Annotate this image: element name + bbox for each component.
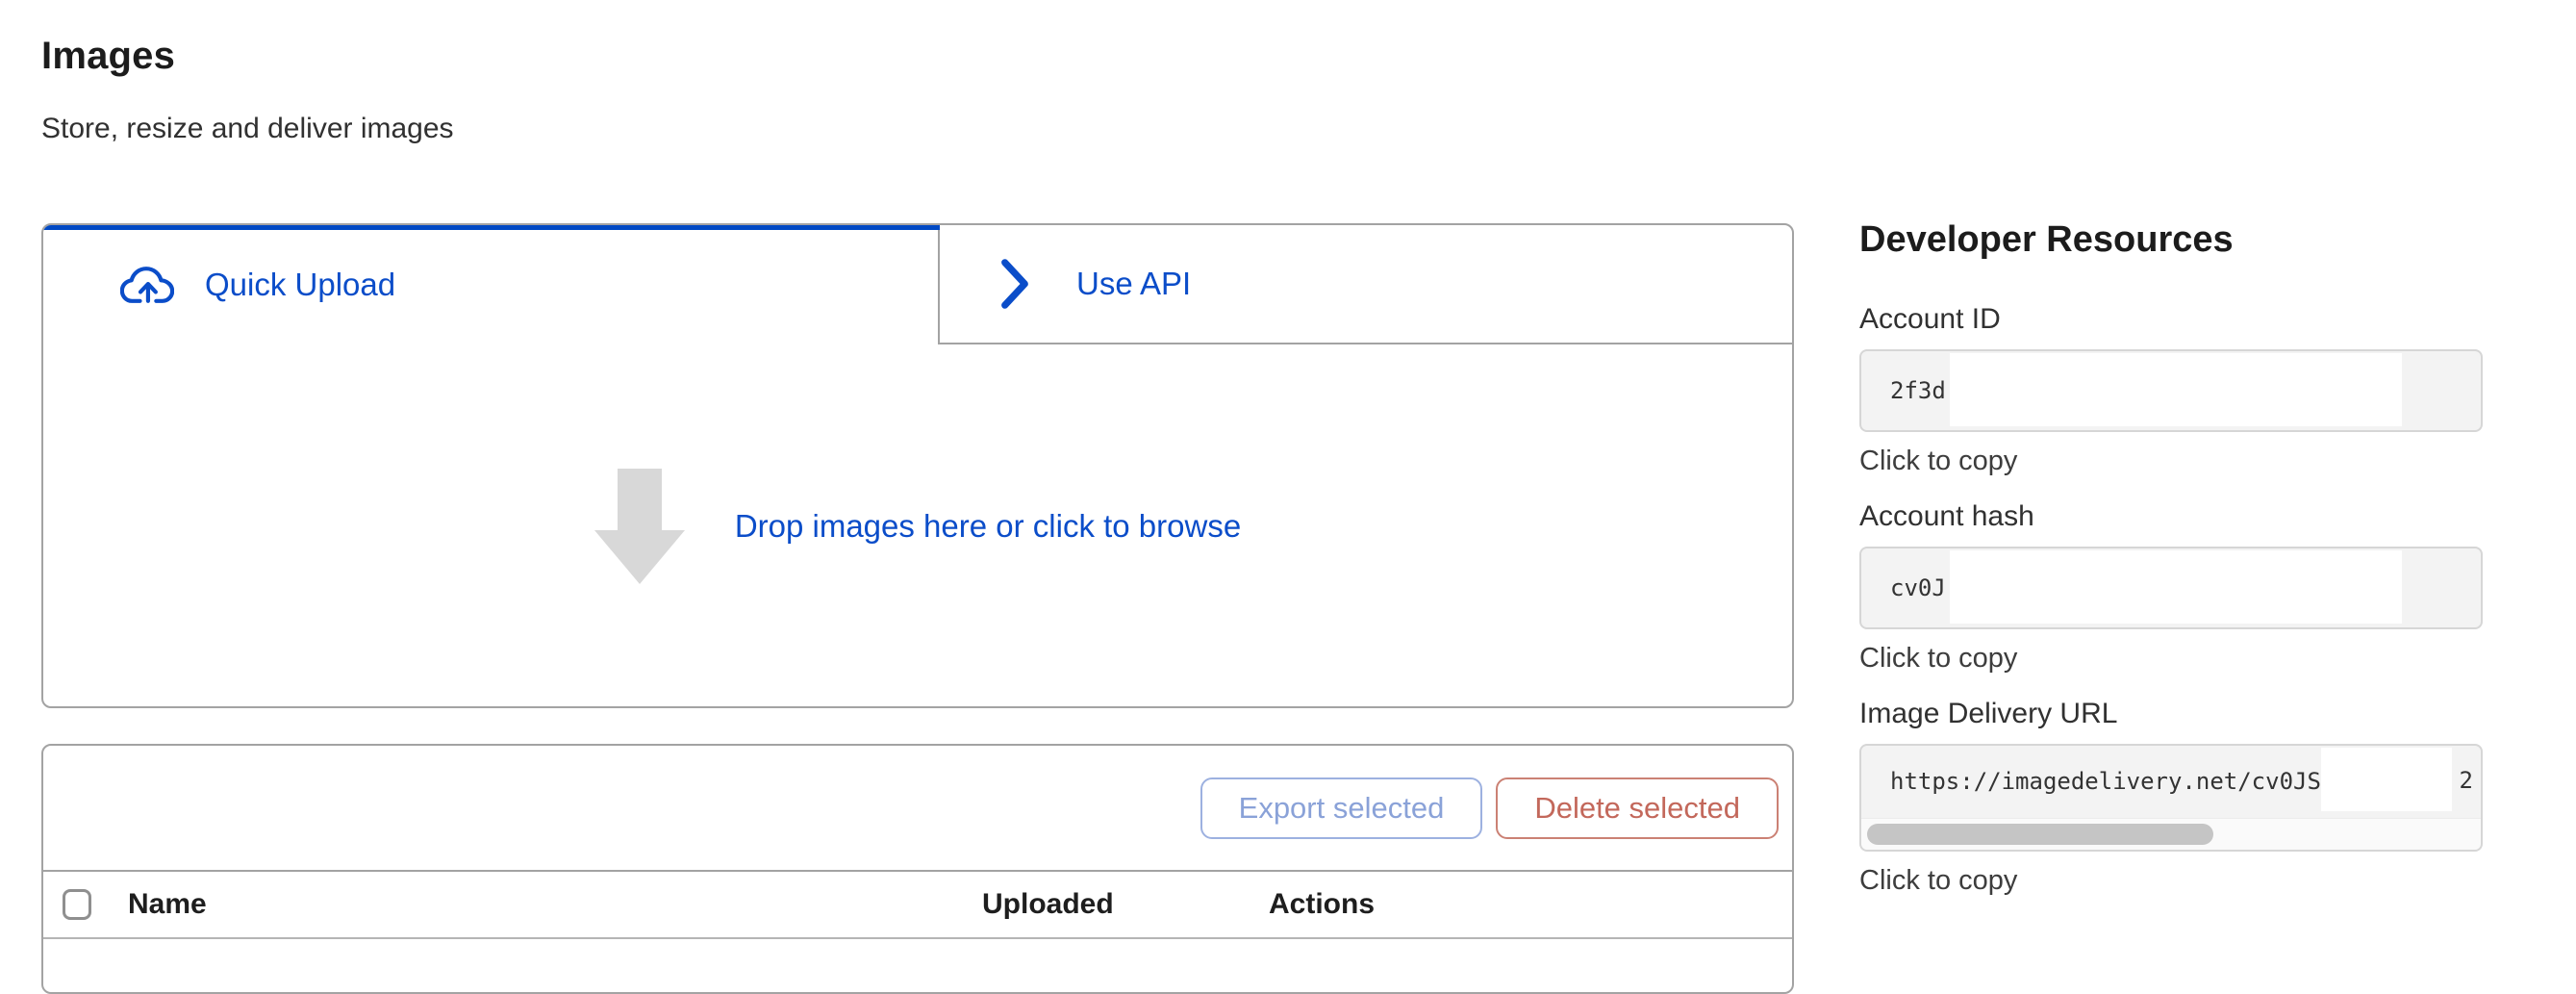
column-header-uploaded: Uploaded: [982, 888, 1269, 921]
image-delivery-url-value: https://imagedelivery.net/cv0JSj: [1890, 768, 2335, 795]
images-main-column: Images Store, resize and deliver images …: [41, 35, 1794, 994]
column-header-actions: Actions: [1269, 888, 1792, 921]
image-delivery-url-label: Image Delivery URL: [1859, 698, 2483, 730]
url-scrollbar-thumb[interactable]: [1867, 824, 2213, 845]
upload-panel: Quick Upload Use API Drop images here or…: [41, 223, 1794, 708]
account-hash-label: Account hash: [1859, 500, 2483, 533]
url-horizontal-scrollbar: [1861, 818, 2481, 850]
image-dropzone[interactable]: Drop images here or click to browse: [43, 344, 1792, 708]
active-tab-accent-bar: [41, 223, 940, 230]
page-subtitle: Store, resize and deliver images: [41, 113, 1794, 145]
image-delivery-url-copy-hint: Click to copy: [1859, 865, 2483, 897]
redaction-overlay: [1950, 353, 2402, 426]
image-table-header: Name Uploaded Actions: [43, 872, 1792, 939]
developer-resources-title: Developer Resources: [1859, 219, 2483, 261]
delete-selected-button[interactable]: Delete selected: [1496, 777, 1779, 839]
account-hash-value: cv0J: [1890, 574, 1946, 601]
down-arrow-icon: [594, 469, 685, 584]
image-delivery-url-value-tail: 2: [2460, 767, 2473, 794]
account-id-copy-hint: Click to copy: [1859, 446, 2483, 477]
chevron-right-icon: [999, 258, 1030, 310]
page-title: Images: [41, 35, 1794, 78]
tab-quick-upload[interactable]: Quick Upload: [43, 225, 940, 344]
developer-resources-panel: Developer Resources Account ID 2f3d Clic…: [1859, 219, 2483, 897]
export-selected-button[interactable]: Export selected: [1200, 777, 1483, 839]
redaction-overlay: [2321, 748, 2452, 811]
account-hash-field[interactable]: cv0J: [1859, 547, 2483, 629]
account-id-field[interactable]: 2f3d: [1859, 349, 2483, 432]
tab-use-api[interactable]: Use API: [940, 225, 1792, 344]
account-id-label: Account ID: [1859, 303, 2483, 336]
redaction-overlay: [1950, 550, 2402, 624]
image-delivery-url-field[interactable]: https://imagedelivery.net/cv0JSj 2: [1859, 744, 2483, 852]
select-all-checkbox[interactable]: [63, 889, 91, 920]
upload-tabs: Quick Upload Use API: [43, 225, 1792, 344]
list-actions-row: Export selected Delete selected: [43, 746, 1792, 872]
cloud-upload-icon: [120, 264, 174, 306]
account-id-value: 2f3d: [1890, 377, 1946, 404]
column-header-name: Name: [128, 888, 982, 921]
tab-quick-upload-label: Quick Upload: [205, 267, 395, 303]
dropzone-label: Drop images here or click to browse: [735, 508, 1241, 545]
account-hash-copy-hint: Click to copy: [1859, 643, 2483, 675]
tab-use-api-label: Use API: [1076, 266, 1191, 302]
image-list-panel: Export selected Delete selected Name Upl…: [41, 744, 1794, 994]
